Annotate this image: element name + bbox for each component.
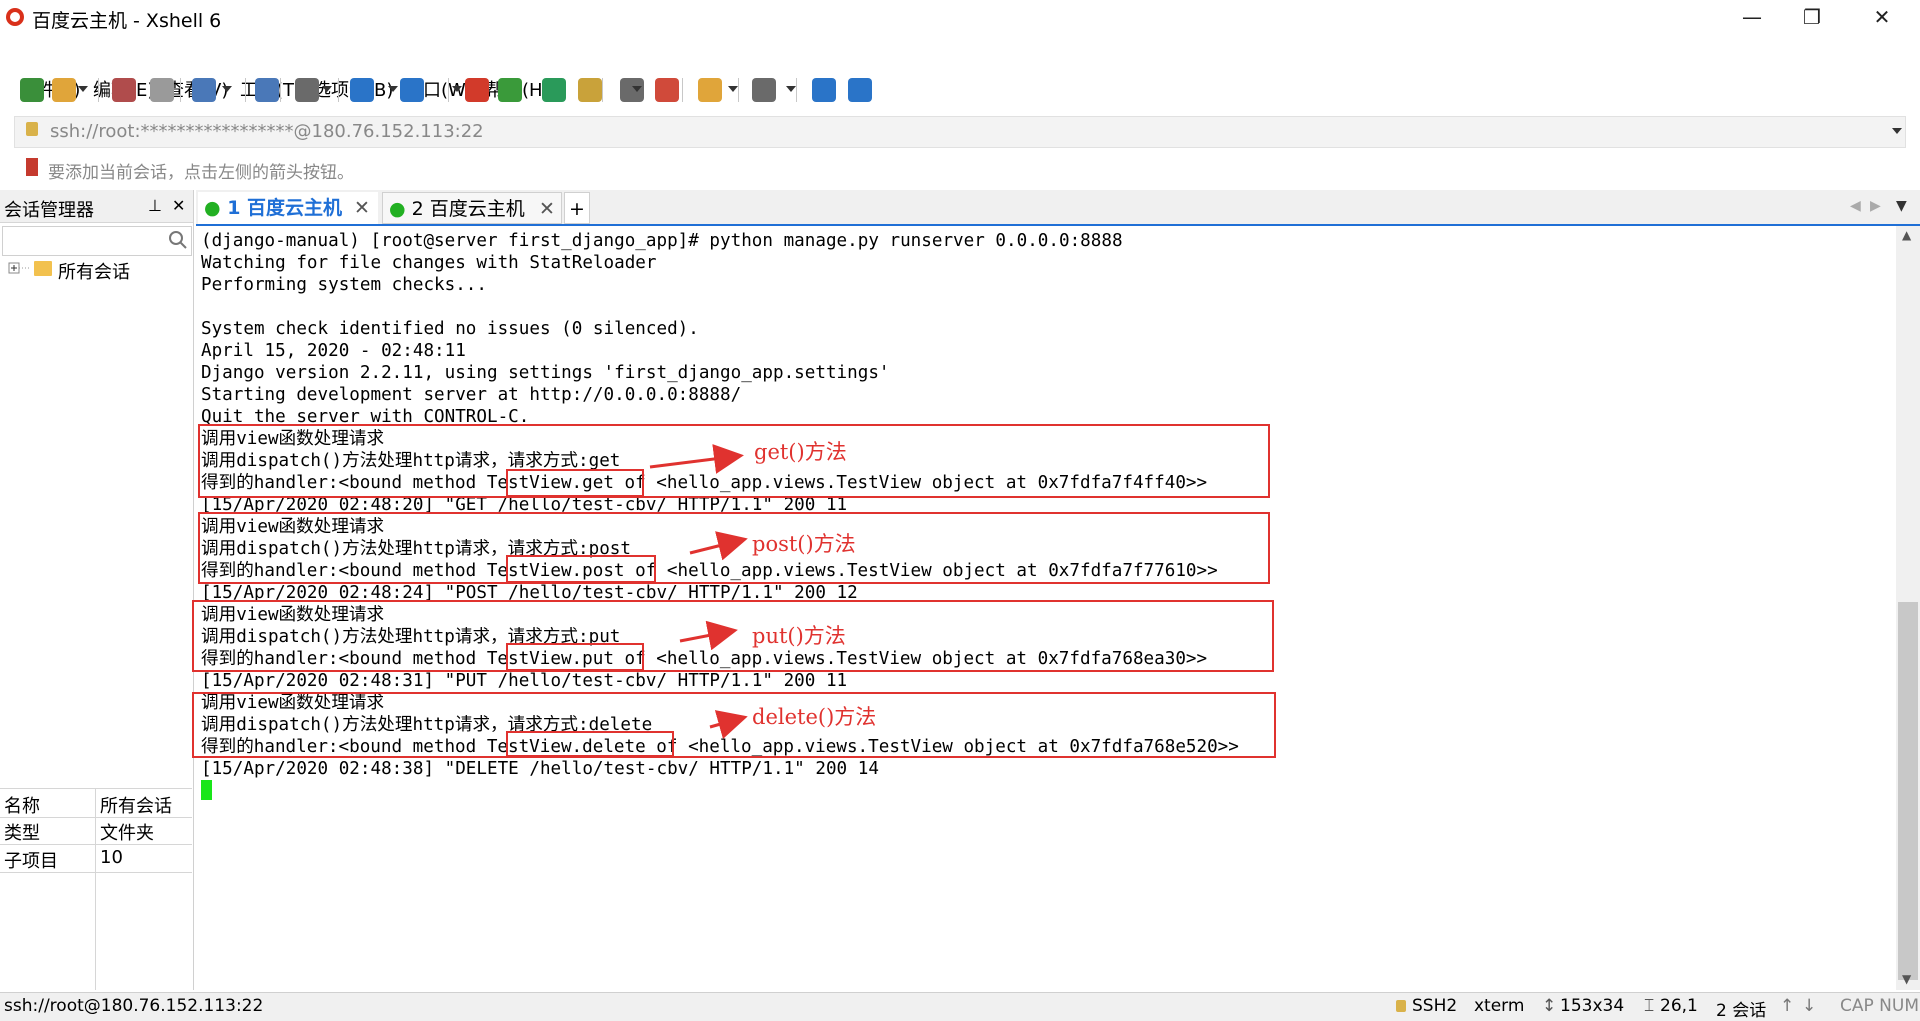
- annotation-arrows: [649, 444, 748, 739]
- status-terminal-type: xterm: [1474, 996, 1525, 1016]
- annotation-get: get()方法: [754, 440, 847, 464]
- annotation-put: put()方法: [752, 624, 846, 648]
- status-position: 26,1: [1660, 996, 1698, 1016]
- scroll-down-status-icon[interactable]: ↓: [1802, 996, 1816, 1016]
- scroll-up-status-icon[interactable]: ↑: [1780, 996, 1794, 1016]
- arrow-put: [679, 620, 738, 651]
- arrow-delete: [709, 710, 748, 739]
- annotation-delete: delete()方法: [752, 705, 877, 729]
- resize-icon: ↕: [1542, 996, 1557, 1016]
- arrow-get: [649, 444, 744, 474]
- status-sessions: 2 会话: [1716, 1001, 1767, 1021]
- status-protocol: SSH2: [1412, 996, 1458, 1016]
- scroll-down-icon[interactable]: ▼: [1902, 972, 1911, 986]
- annotation-post: post()方法: [752, 532, 856, 556]
- scroll-up-icon[interactable]: ▲: [1902, 228, 1911, 242]
- cursor-position-icon: ⌶: [1644, 996, 1655, 1016]
- status-lock-icon: [1396, 1000, 1406, 1012]
- status-keys: CAP NUM: [1840, 996, 1919, 1016]
- scroll-thumb[interactable]: [1898, 602, 1918, 980]
- status-bar: [0, 992, 1920, 1021]
- arrow-post: [689, 531, 748, 561]
- status-size: 153x34: [1560, 996, 1625, 1016]
- status-connection: ssh://root@180.76.152.113:22: [4, 996, 264, 1016]
